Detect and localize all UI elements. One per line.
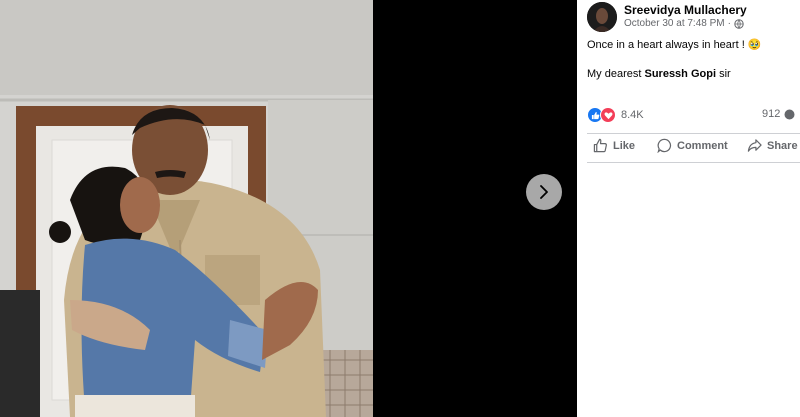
tagged-name[interactable]: Suressh Gopi (644, 68, 716, 80)
divider (587, 133, 800, 134)
thumbs-up-icon (593, 138, 607, 153)
globe-icon (734, 18, 744, 29)
post-timestamp[interactable]: October 30 at 7:48 PM (624, 18, 725, 29)
comment-bubble-icon (784, 109, 795, 119)
like-label: Like (613, 139, 636, 152)
post-text-suffix: sir (719, 68, 731, 80)
post-text: Once in a heart always in heart ! (587, 38, 745, 51)
divider (587, 162, 800, 163)
photo-image (0, 0, 373, 417)
photo-viewer (0, 0, 577, 417)
author-name[interactable]: Sreevidya Mullachery (624, 3, 747, 17)
share-label: Share (767, 139, 798, 152)
comment-count-value: 912 (762, 108, 781, 120)
post-meta: October 30 at 7:48 PM · (624, 18, 744, 29)
next-photo-button[interactable] (526, 174, 562, 210)
share-button[interactable]: Share (747, 138, 798, 153)
share-icon (747, 139, 762, 152)
reaction-count: 8.4K (621, 109, 644, 121)
like-button[interactable]: Like (593, 138, 635, 153)
comment-count[interactable]: 912 (762, 108, 795, 120)
chevron-right-icon (540, 185, 548, 199)
post-text-prefix: My dearest (587, 68, 642, 80)
avatar-image (587, 2, 617, 32)
post-text-line1: Once in a heart always in heart ! 🥹 (587, 38, 762, 52)
comment-button[interactable]: Comment (657, 138, 728, 153)
post-actions: Like Comment Share (577, 138, 800, 158)
post-text-line2: My dearest Suressh Gopi sir (587, 68, 731, 80)
avatar[interactable] (587, 2, 617, 32)
comment-label: Comment (677, 139, 728, 152)
post-panel: Sreevidya Mullachery October 30 at 7:48 … (577, 0, 800, 417)
reactions-summary[interactable]: 8.4K (587, 107, 644, 123)
emoji: 🥹 (747, 39, 762, 51)
post-photo[interactable] (0, 0, 373, 417)
love-reaction-icon (600, 107, 616, 123)
comment-icon (657, 138, 672, 153)
